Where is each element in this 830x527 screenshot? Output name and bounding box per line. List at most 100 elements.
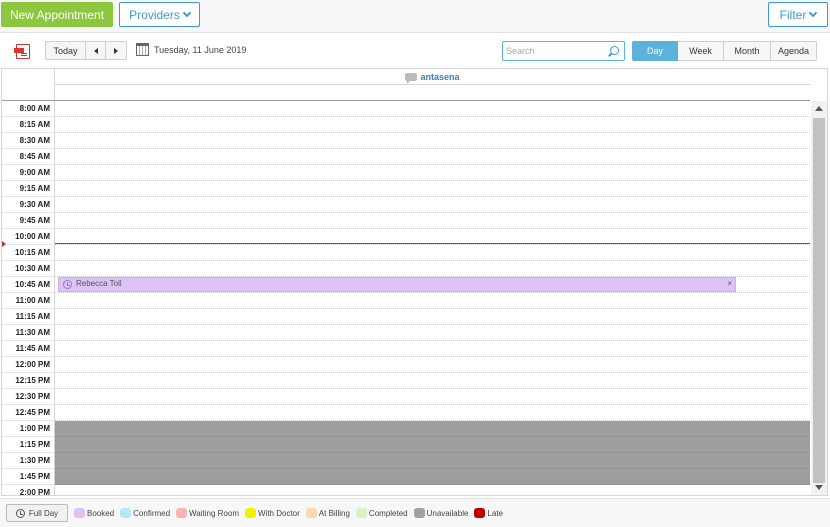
search-icon[interactable]: [610, 46, 619, 55]
time-slot-cell[interactable]: [55, 405, 810, 421]
view-week-button[interactable]: Week: [678, 41, 724, 61]
resource-name: antasena: [420, 71, 460, 82]
time-slot-row: 8:00 AM: [2, 101, 810, 117]
time-slot-row: 1:45 PM: [2, 469, 810, 485]
calendar-header: antasena: [2, 69, 827, 101]
search-input[interactable]: [506, 44, 606, 58]
legend-swatch: [305, 508, 317, 518]
time-slot-cell[interactable]: [55, 165, 810, 181]
time-slot-cell[interactable]: [55, 437, 810, 453]
time-label: 12:45 PM: [2, 405, 55, 421]
calendar-toolbar: Today Tuesday, 11 June 2019 DayWeekMonth…: [0, 36, 830, 66]
legend-item: Completed: [355, 508, 408, 518]
scroll-thumb[interactable]: [813, 118, 825, 483]
time-slot-cell[interactable]: [55, 149, 810, 165]
time-slot-cell[interactable]: [55, 245, 810, 261]
filter-label: Filter: [779, 7, 807, 22]
time-label: 9:30 AM: [2, 197, 55, 213]
time-slot-row: 12:15 PM: [2, 373, 810, 389]
view-switcher: Day Week Month Agenda: [632, 41, 817, 61]
view-month-button[interactable]: Month: [724, 41, 771, 61]
view-day-button[interactable]: Day: [632, 41, 678, 61]
clock-icon: [15, 508, 25, 518]
time-slot-cell[interactable]: [55, 421, 810, 437]
time-slot-row: 2:00 PM: [2, 485, 810, 495]
legend-item: Booked: [74, 508, 114, 518]
time-slot-cell[interactable]: [55, 213, 810, 229]
time-slot-cell[interactable]: [55, 485, 810, 495]
next-day-button[interactable]: [105, 41, 127, 60]
time-slot-row: 11:45 AM: [2, 341, 810, 357]
time-label: 8:15 AM: [2, 117, 55, 133]
legend-swatch: [474, 508, 486, 518]
current-time-marker-icon: [2, 241, 6, 247]
scroll-down-icon[interactable]: [815, 485, 823, 490]
time-label: 12:30 PM: [2, 389, 55, 405]
today-button[interactable]: Today: [45, 41, 86, 60]
time-slot-row: 1:00 PM: [2, 421, 810, 437]
full-day-label: Full Day: [28, 508, 59, 518]
legend-label: Unavailable: [426, 508, 469, 518]
clock-icon: [63, 280, 72, 289]
time-slot-row: 9:00 AM: [2, 165, 810, 181]
time-slot-row: 8:30 AM: [2, 133, 810, 149]
time-slot-cell[interactable]: [55, 293, 810, 309]
time-label: 1:00 PM: [2, 421, 55, 437]
new-appointment-button[interactable]: New Appointment: [1, 2, 113, 27]
appointment-patient-name: Rebecca Toll: [76, 279, 122, 288]
current-date: Tuesday, 11 June 2019: [154, 45, 247, 55]
legend-item: Confirmed: [120, 508, 170, 518]
search-box: [502, 41, 625, 61]
time-slot-cell[interactable]: [55, 325, 810, 341]
time-label: 10:15 AM: [2, 245, 55, 261]
full-day-button[interactable]: Full Day: [6, 504, 68, 522]
filter-dropdown-button[interactable]: Filter: [768, 2, 828, 27]
time-slot-cell[interactable]: [55, 197, 810, 213]
providers-label: Providers: [129, 7, 180, 22]
appointment-block[interactable]: Rebecca Toll ×: [58, 277, 736, 292]
legend-swatch: [245, 508, 256, 518]
time-slot-cell[interactable]: [55, 101, 810, 117]
comment-icon: [405, 72, 418, 84]
time-label: 8:00 AM: [2, 101, 55, 117]
pdf-export-icon[interactable]: [14, 44, 30, 59]
day-calendar: antasena 8:00 AM 8:15 AM 8:30 AM 8:45 AM 9:0…: [1, 68, 828, 496]
vertical-scrollbar[interactable]: [811, 101, 827, 495]
arrow-left-icon: [93, 47, 98, 54]
top-bar: New Appointment Providers Filter: [0, 0, 830, 33]
time-label: 8:45 AM: [2, 149, 55, 165]
all-day-row[interactable]: [55, 85, 810, 101]
legend-swatch: [355, 508, 367, 518]
previous-day-button[interactable]: [85, 41, 106, 60]
legend-item: Waiting Room: [176, 508, 239, 518]
legend-label: Booked: [87, 508, 115, 518]
time-slot-cell[interactable]: [55, 133, 810, 149]
legend-swatch: [74, 508, 85, 518]
status-legend: Full Day Booked Confirmed Waiting Room With…: [0, 498, 830, 527]
time-slot-cell[interactable]: [55, 453, 810, 469]
time-slot-cell[interactable]: [55, 117, 810, 133]
time-slot-cell[interactable]: [55, 357, 810, 373]
resource-header[interactable]: antasena: [55, 69, 810, 85]
time-slot-cell[interactable]: [55, 261, 810, 277]
time-label: 1:15 PM: [2, 437, 55, 453]
time-slot-cell[interactable]: [55, 309, 810, 325]
appointment-close-button[interactable]: ×: [727, 279, 732, 288]
time-slot-row: 1:15 PM: [2, 437, 810, 453]
time-slot-cell[interactable]: [55, 181, 810, 197]
time-slot-cell[interactable]: [55, 389, 810, 405]
chevron-down-icon: [809, 8, 818, 17]
calendar-icon[interactable]: [136, 43, 149, 56]
time-slot-row: 12:00 PM: [2, 357, 810, 373]
time-label: 11:30 AM: [2, 325, 55, 341]
scroll-up-icon[interactable]: [815, 106, 823, 111]
time-slot-cell[interactable]: [55, 469, 810, 485]
time-slot-cell[interactable]: [55, 373, 810, 389]
time-label: 9:15 AM: [2, 181, 55, 197]
time-slot-row: 9:45 AM: [2, 213, 810, 229]
view-agenda-button[interactable]: Agenda: [771, 41, 817, 61]
time-label: 11:00 AM: [2, 293, 55, 309]
time-slot-cell[interactable]: [55, 341, 810, 357]
time-slot-row: 12:30 PM: [2, 389, 810, 405]
providers-dropdown-button[interactable]: Providers: [119, 2, 200, 27]
